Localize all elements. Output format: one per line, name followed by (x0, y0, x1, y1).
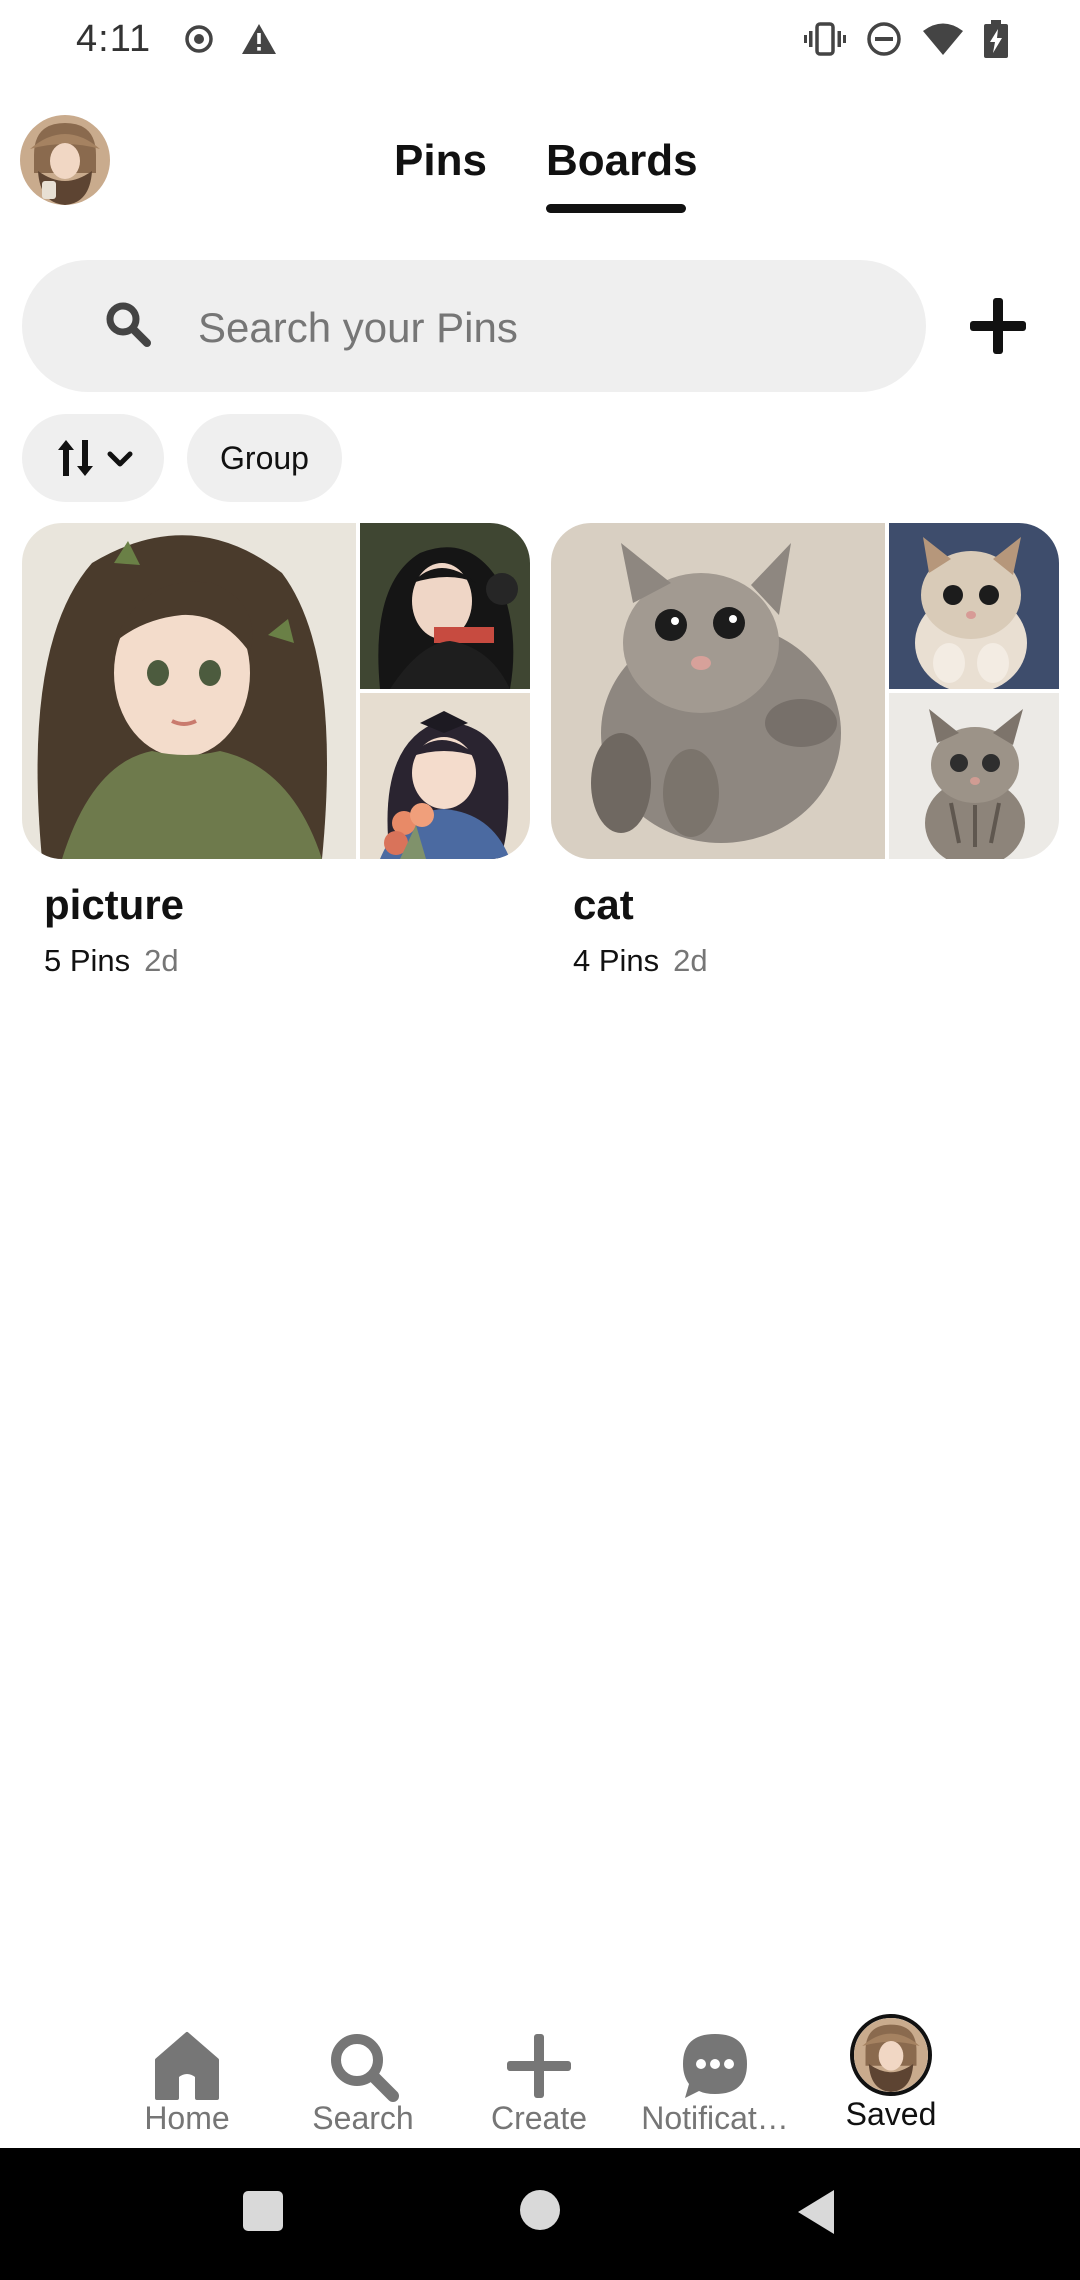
create-board-button[interactable] (962, 290, 1034, 362)
system-navigation-bar (0, 2148, 1080, 2280)
board-pin-count: 4 Pins (573, 943, 660, 978)
board-cover-image (551, 523, 885, 859)
sort-icon (58, 440, 133, 476)
tab-pins[interactable]: Pins (394, 136, 487, 186)
active-tab-indicator (546, 204, 686, 213)
plus-icon (970, 298, 1026, 354)
search-input[interactable]: Search your Pins (22, 260, 926, 392)
board-meta: 5 Pins 2d (44, 943, 179, 979)
bottom-navigation: Home Search Create Notificat… Saved (0, 2000, 1080, 2148)
nav-home[interactable]: Home (99, 2000, 275, 2148)
home-icon (155, 2032, 219, 2100)
circle-icon (520, 2190, 560, 2230)
nav-create[interactable]: Create (451, 2000, 627, 2148)
nav-label: Create (490, 2100, 588, 2136)
vibrate-icon (804, 22, 846, 61)
square-icon (243, 2191, 283, 2231)
board-meta: 4 Pins 2d (573, 943, 708, 979)
sort-button[interactable] (22, 414, 164, 502)
chat-bubble-icon (683, 2034, 747, 2098)
nav-saved[interactable]: Saved (803, 2000, 979, 2148)
group-filter-chip[interactable]: Group (187, 414, 342, 502)
nav-label: Notificat… (641, 2100, 789, 2136)
back-button[interactable] (794, 2188, 838, 2241)
profile-avatar (850, 2014, 932, 2096)
board-title: picture (44, 881, 185, 928)
board-cover-image (360, 693, 530, 859)
wifi-icon (922, 22, 964, 61)
battery-charging-icon (984, 20, 1008, 63)
board-age: 2d (673, 943, 708, 978)
search-placeholder: Search your Pins (198, 304, 518, 351)
do-not-disturb-icon (866, 21, 902, 62)
board-pin-count: 5 Pins (44, 943, 131, 978)
warning-icon (240, 22, 278, 61)
board-tabs: Pins Boards (0, 136, 1080, 216)
tab-boards[interactable]: Boards (546, 136, 698, 186)
board-cover-image (889, 523, 1059, 689)
nav-label: Home (144, 2100, 230, 2136)
board-cover-image (889, 693, 1059, 859)
recent-apps-button[interactable] (240, 2188, 286, 2239)
board-card[interactable]: cat 4 Pins 2d (551, 523, 1059, 978)
board-age: 2d (144, 943, 179, 978)
board-cover-image (22, 523, 356, 859)
board-card[interactable]: picture 5 Pins 2d (22, 523, 530, 978)
board-cover-collage[interactable] (551, 523, 1059, 859)
board-title: cat (573, 881, 634, 928)
board-cover-image (360, 523, 530, 689)
search-icon (331, 2034, 399, 2102)
plus-icon (507, 2034, 571, 2098)
record-icon (184, 24, 214, 59)
search-icon (104, 300, 152, 353)
nav-notifications[interactable]: Notificat… (627, 2000, 803, 2148)
status-bar: 4:11 (0, 0, 1080, 88)
nav-label: Saved (845, 2096, 937, 2132)
triangle-back-icon (798, 2190, 834, 2234)
nav-label: Search (312, 2100, 414, 2136)
board-cover-collage[interactable] (22, 523, 530, 859)
status-time: 4:11 (76, 18, 152, 60)
nav-search[interactable]: Search (275, 2000, 451, 2148)
home-button[interactable] (518, 2188, 562, 2237)
